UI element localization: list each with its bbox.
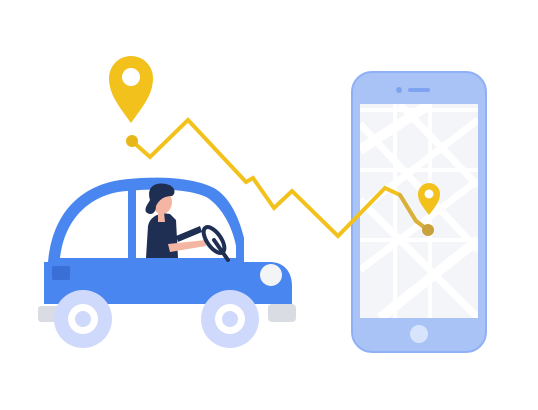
front-wheel	[201, 290, 259, 348]
headlight	[260, 264, 282, 286]
car-icon	[38, 177, 296, 348]
rear-wheel	[54, 290, 112, 348]
phone-speaker	[408, 88, 430, 92]
ride-illustration	[0, 0, 538, 410]
illustration-svg	[38, 56, 487, 353]
rear-light	[52, 266, 70, 280]
car-pillar	[128, 186, 136, 260]
map-pin-icon	[109, 56, 153, 123]
front-bumper	[268, 304, 296, 322]
phone-camera	[396, 87, 402, 93]
smartphone	[351, 71, 487, 353]
route-end-dot	[422, 224, 434, 236]
route-start-dot	[126, 135, 138, 147]
phone-home-button	[410, 325, 428, 343]
phone-screen	[360, 104, 478, 318]
